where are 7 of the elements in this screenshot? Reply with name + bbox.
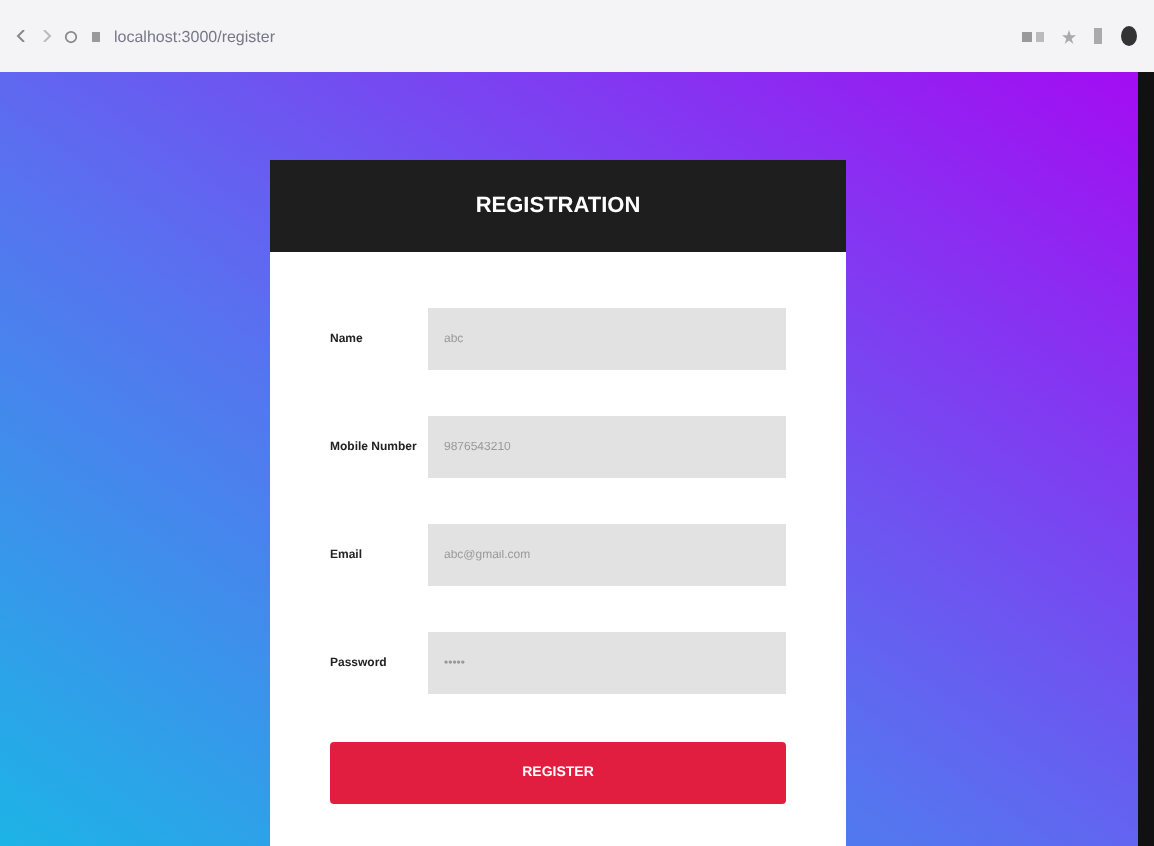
- form-title: REGISTRATION: [270, 160, 846, 252]
- profile-icon[interactable]: [1120, 26, 1138, 46]
- reload-icon[interactable]: [64, 29, 78, 43]
- forward-icon[interactable]: [40, 30, 52, 42]
- back-icon[interactable]: [16, 30, 28, 42]
- address-bar[interactable]: localhost:3000/register: [114, 27, 1010, 45]
- star-icon[interactable]: [1062, 29, 1076, 43]
